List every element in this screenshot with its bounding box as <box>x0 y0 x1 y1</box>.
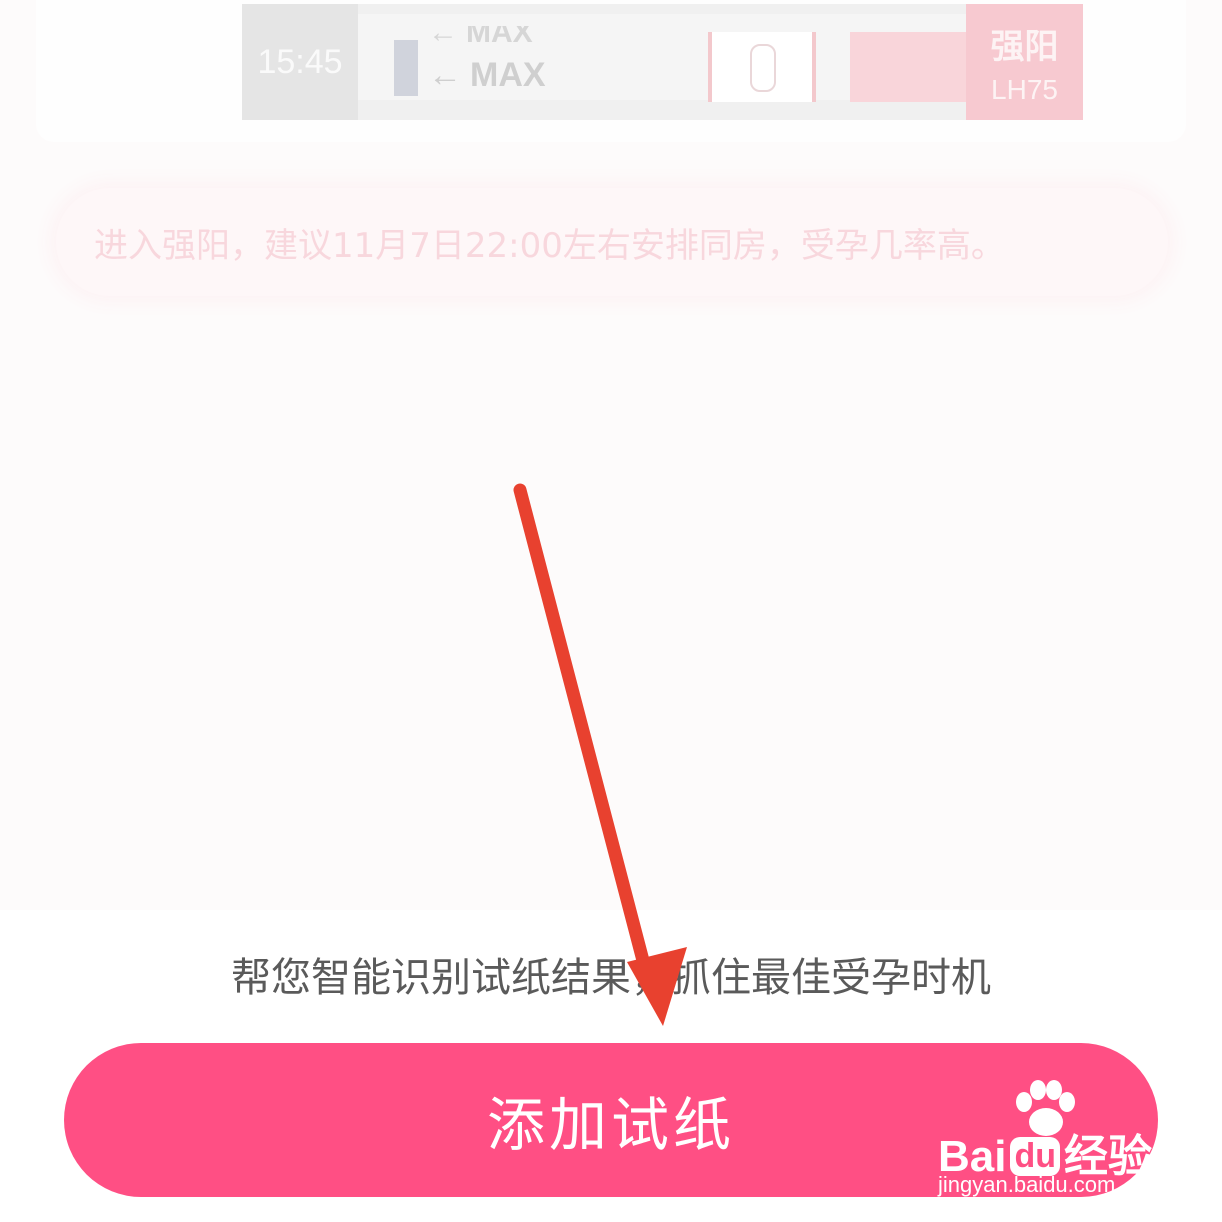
stick-tip <box>850 32 966 102</box>
lh-result-card[interactable]: 15:45 ← MAX ← MAX 强阳 LH75 <box>36 0 1186 142</box>
faded-background: 15:45 ← MAX ← MAX 强阳 LH75 进入强阳，建议11月7日22:0… <box>0 0 1222 910</box>
result-window <box>708 32 816 102</box>
tagline: 帮您智能识别试纸结果，抓住最佳受孕时机 <box>231 955 991 1001</box>
max-line-lower: ← MAX <box>428 56 546 94</box>
advice-banner: 进入强阳，建议11月7日22:00左右安排同房，受孕几率高。 <box>56 188 1168 296</box>
result-mark <box>750 44 776 92</box>
watermark-domain: jingyan.baidu.com <box>938 1172 1116 1197</box>
lh-level-badge: 强阳 LH75 <box>966 4 1083 120</box>
left-arrow-icon: ← <box>428 26 458 46</box>
test-time: 15:45 <box>242 4 358 120</box>
baidu-jingyan-watermark: Bai du 经验 jingyan.baidu.com <box>930 1080 1170 1200</box>
lh-level: 强阳 <box>990 26 1059 67</box>
lh-value: LH75 <box>991 73 1058 105</box>
stick-handle <box>394 40 418 96</box>
test-strip-row: 15:45 ← MAX ← MAX 强阳 LH75 <box>242 4 1083 120</box>
max-line-upper: ← MAX <box>428 26 533 46</box>
test-stick-image: ← MAX ← MAX <box>358 14 966 102</box>
left-arrow-icon: ← <box>428 56 462 94</box>
